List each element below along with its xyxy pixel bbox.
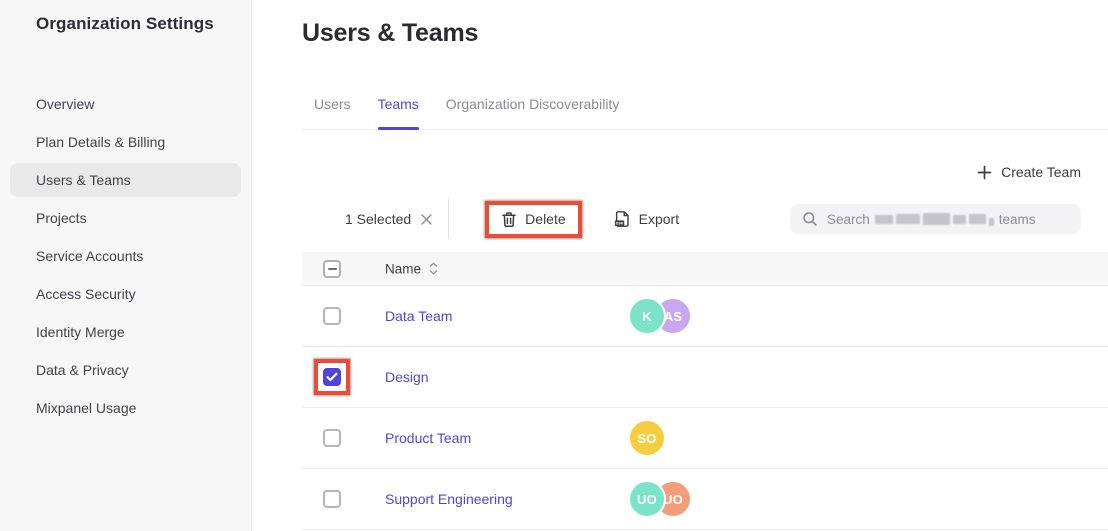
- select-all-checkbox[interactable]: [323, 260, 341, 278]
- sidebar-nav: Overview Plan Details & Billing Users & …: [0, 34, 251, 425]
- tab-organization-discoverability[interactable]: Organization Discoverability: [446, 96, 620, 129]
- plus-icon: [977, 165, 992, 180]
- sidebar-item-data-privacy[interactable]: Data & Privacy: [10, 353, 241, 387]
- sidebar-item-projects[interactable]: Projects: [10, 201, 241, 235]
- sidebar-item-identity-merge[interactable]: Identity Merge: [10, 315, 241, 349]
- tab-bar: Users Teams Organization Discoverability: [302, 96, 1108, 130]
- sidebar-item-overview[interactable]: Overview: [10, 87, 241, 121]
- table-row: Support Engineering UO UO: [302, 469, 1108, 530]
- team-avatars: SO: [628, 419, 666, 457]
- sidebar-item-access-security[interactable]: Access Security: [10, 277, 241, 311]
- row-checkbox-design[interactable]: [323, 368, 341, 386]
- create-team-button[interactable]: Create Team: [977, 164, 1081, 180]
- table-row: Design: [302, 347, 1108, 408]
- table-row: Product Team SO: [302, 408, 1108, 469]
- toolbar: 1 Selected Delete: [302, 199, 1081, 239]
- team-avatars: K AS: [628, 297, 692, 335]
- sidebar-item-users-teams[interactable]: Users & Teams: [10, 163, 241, 197]
- team-name-link[interactable]: Support Engineering: [385, 491, 513, 507]
- indeterminate-dash-icon: [328, 268, 337, 270]
- avatar: SO: [628, 419, 666, 457]
- csv-file-icon: csv: [614, 210, 631, 228]
- team-name-link[interactable]: Design: [385, 369, 429, 385]
- svg-text:csv: csv: [615, 221, 623, 226]
- sidebar: Organization Settings Overview Plan Deta…: [0, 0, 252, 531]
- sort-icon[interactable]: [429, 262, 438, 276]
- sidebar-item-plan-details-billing[interactable]: Plan Details & Billing: [10, 125, 241, 159]
- avatar: K: [628, 297, 666, 335]
- team-avatars: UO UO: [628, 480, 692, 518]
- team-name-link[interactable]: Product Team: [385, 430, 471, 446]
- search-icon: [802, 211, 818, 227]
- team-name-link[interactable]: Data Team: [385, 308, 452, 324]
- name-column-header: Name: [385, 261, 421, 276]
- table-row: Data Team K AS: [302, 286, 1108, 347]
- sidebar-item-service-accounts[interactable]: Service Accounts: [10, 239, 241, 273]
- clear-selection-button[interactable]: [420, 213, 433, 226]
- search-input[interactable]: Search teams: [790, 204, 1081, 234]
- teams-table: Name Data Team K AS: [302, 252, 1108, 530]
- row-checkbox-product-team[interactable]: [323, 429, 341, 447]
- delete-label: Delete: [525, 211, 565, 227]
- row-checkbox-support-engineering[interactable]: [323, 490, 341, 508]
- export-button[interactable]: csv Export: [610, 204, 683, 234]
- sidebar-title: Organization Settings: [0, 0, 251, 34]
- main-content: Users & Teams Users Teams Organization D…: [252, 0, 1108, 531]
- toolbar-divider: [448, 199, 449, 239]
- checkmark-icon: [326, 372, 338, 382]
- table-header-row: Name: [302, 252, 1108, 286]
- delete-button[interactable]: Delete: [489, 205, 577, 234]
- sidebar-item-mixpanel-usage[interactable]: Mixpanel Usage: [10, 391, 241, 425]
- row-checkbox-data-team[interactable]: [323, 307, 341, 325]
- organization-settings-page: Organization Settings Overview Plan Deta…: [0, 0, 1108, 531]
- trash-icon: [501, 211, 517, 228]
- page-title: Users & Teams: [302, 19, 478, 48]
- export-label: Export: [639, 211, 679, 227]
- selection-indicator: 1 Selected: [345, 211, 433, 227]
- annotation-box-checkbox: [314, 359, 350, 395]
- avatar: UO: [628, 480, 666, 518]
- tab-teams[interactable]: Teams: [378, 96, 419, 129]
- selected-count-label: 1 Selected: [345, 211, 411, 227]
- tab-users[interactable]: Users: [314, 96, 351, 129]
- search-placeholder: Search teams: [827, 212, 1036, 227]
- annotation-box-delete: Delete: [485, 201, 581, 238]
- create-team-label: Create Team: [1001, 164, 1081, 180]
- redacted-text: [875, 213, 994, 226]
